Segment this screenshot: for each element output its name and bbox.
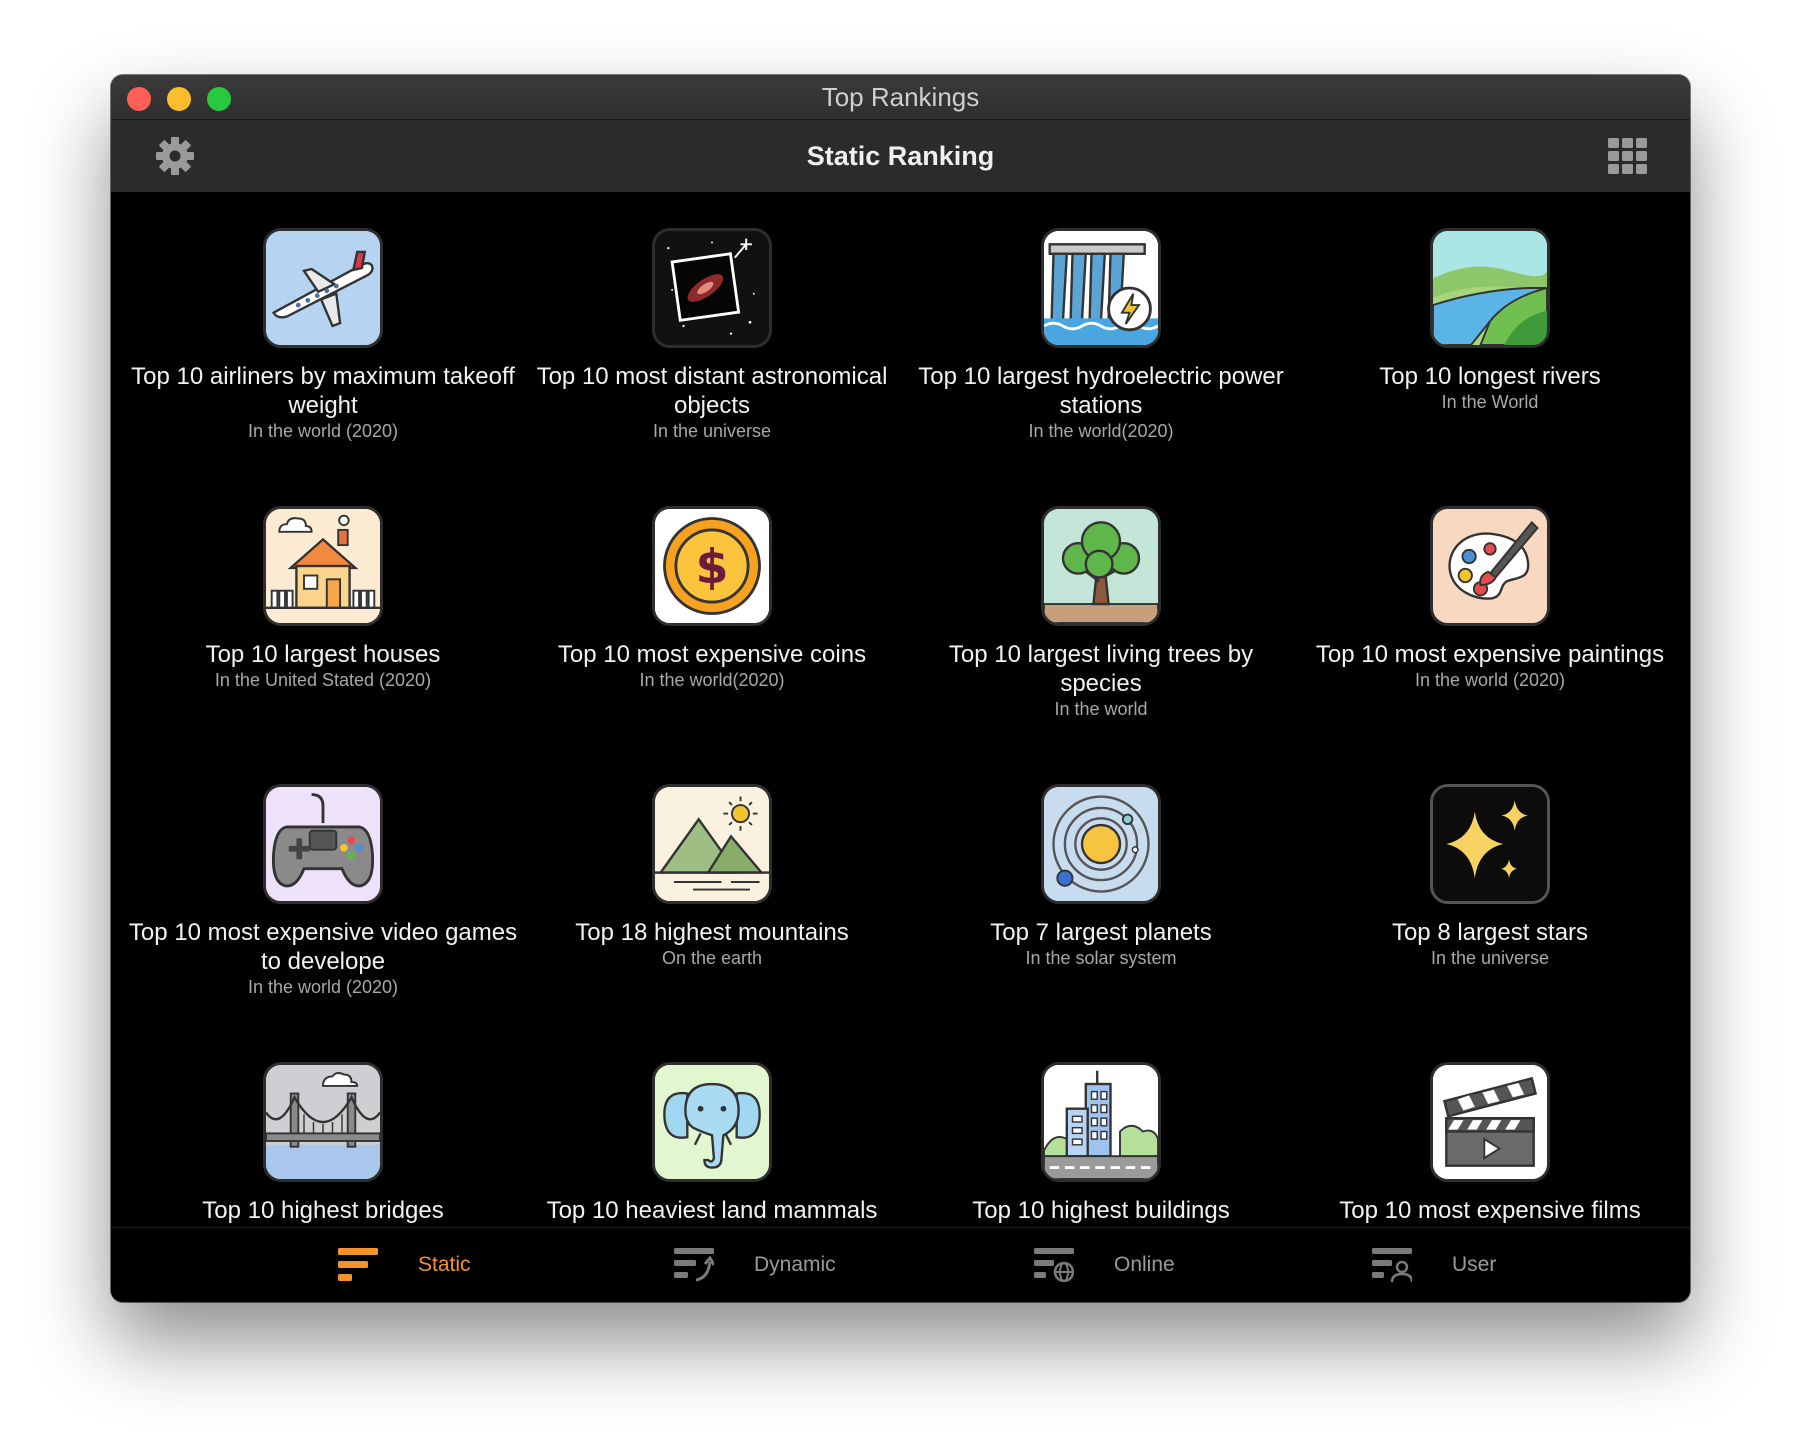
tab-dynamic[interactable]: Dynamic — [674, 1228, 836, 1302]
card-title: Top 7 largest planets — [990, 919, 1212, 946]
coin-icon: $ — [652, 506, 772, 626]
card-subtitle: In the world(2020) — [639, 670, 785, 690]
app-window: Top Rankings Static Ranking Top 10 airli… — [111, 75, 1690, 1302]
gear-icon[interactable] — [153, 134, 197, 178]
card-title: Top 10 largest houses — [205, 641, 441, 668]
card-title: Top 10 airliners by maximum takeoff weig… — [131, 363, 515, 419]
card-subtitle: In the world (2020) — [247, 421, 399, 441]
dam-icon — [1041, 228, 1161, 348]
tab-static[interactable]: Static — [338, 1228, 471, 1302]
clapperboard-icon — [1430, 1062, 1550, 1182]
toolbar: Static Ranking — [111, 120, 1690, 192]
gamepad-icon — [263, 784, 383, 904]
title-bar[interactable]: Top Rankings — [111, 75, 1690, 120]
card-subtitle: In the world (2020) — [247, 977, 399, 997]
tree-icon — [1041, 506, 1161, 626]
card-title: Top 18 highest mountains — [575, 919, 849, 946]
card-title: Top 10 highest buildings — [972, 1197, 1230, 1224]
tab-bar: Static Dynamic Online User — [111, 1227, 1690, 1302]
river-icon — [1430, 228, 1550, 348]
card-subtitle: In the United Stated (2020) — [214, 670, 432, 690]
card-title: Top 10 largest living trees by species — [948, 641, 1254, 697]
card-title: Top 10 highest bridges — [202, 1197, 444, 1224]
ranking-grid-scroll[interactable]: Top 10 airliners by maximum takeoff weig… — [111, 192, 1690, 1302]
elephant-icon — [652, 1062, 772, 1182]
online-ranking-icon — [1034, 1248, 1074, 1282]
tab-label: Static — [418, 1253, 471, 1276]
svg-text:$: $ — [695, 540, 728, 595]
card-subtitle: In the world(2020) — [1028, 421, 1174, 441]
user-ranking-icon — [1372, 1248, 1412, 1282]
card-subtitle: In the universe — [1430, 948, 1550, 968]
ranking-grid: Top 10 airliners by maximum takeoff weig… — [111, 192, 1690, 1302]
card-title: Top 10 heaviest land mammals — [546, 1197, 878, 1224]
tab-label: Online — [1114, 1253, 1175, 1276]
dynamic-ranking-icon — [674, 1248, 714, 1282]
palette-icon — [1430, 506, 1550, 626]
card-title: Top 8 largest stars — [1391, 919, 1589, 946]
card-subtitle: In the universe — [652, 421, 772, 441]
tab-label: User — [1452, 1253, 1497, 1276]
card-title: Top 10 most distant astronomical objects — [536, 363, 888, 419]
stars-icon — [1430, 784, 1550, 904]
card-title: Top 10 most expensive paintings — [1315, 641, 1665, 668]
card-subtitle: In the solar system — [1025, 948, 1177, 968]
card-title: Top 10 most expensive films — [1339, 1197, 1641, 1224]
galaxy-icon — [652, 228, 772, 348]
bridge-icon — [263, 1062, 383, 1182]
card-subtitle: In the world (2020) — [1414, 670, 1566, 690]
tab-user[interactable]: User — [1372, 1228, 1496, 1302]
card-subtitle: In the World — [1441, 392, 1539, 412]
window-title: Top Rankings — [821, 82, 980, 112]
mountain-icon — [652, 784, 772, 904]
page-title: Static Ranking — [806, 141, 995, 171]
card-title: Top 10 longest rivers — [1379, 363, 1601, 390]
house-icon — [263, 506, 383, 626]
planet-icon — [1041, 784, 1161, 904]
tab-label: Dynamic — [754, 1253, 836, 1276]
grid-icon[interactable] — [1608, 138, 1648, 174]
card-title: Top 10 most expensive coins — [557, 641, 867, 668]
card-subtitle: On the earth — [661, 948, 763, 968]
card-subtitle: In the world — [1054, 699, 1148, 719]
tab-online[interactable]: Online — [1034, 1228, 1175, 1302]
building-icon — [1041, 1062, 1161, 1182]
card-title: Top 10 largest hydroelectric power stati… — [918, 363, 1284, 419]
static-ranking-icon — [338, 1248, 378, 1281]
card-title: Top 10 most expensive video games to dev… — [128, 919, 518, 975]
airplane-icon — [263, 228, 383, 348]
